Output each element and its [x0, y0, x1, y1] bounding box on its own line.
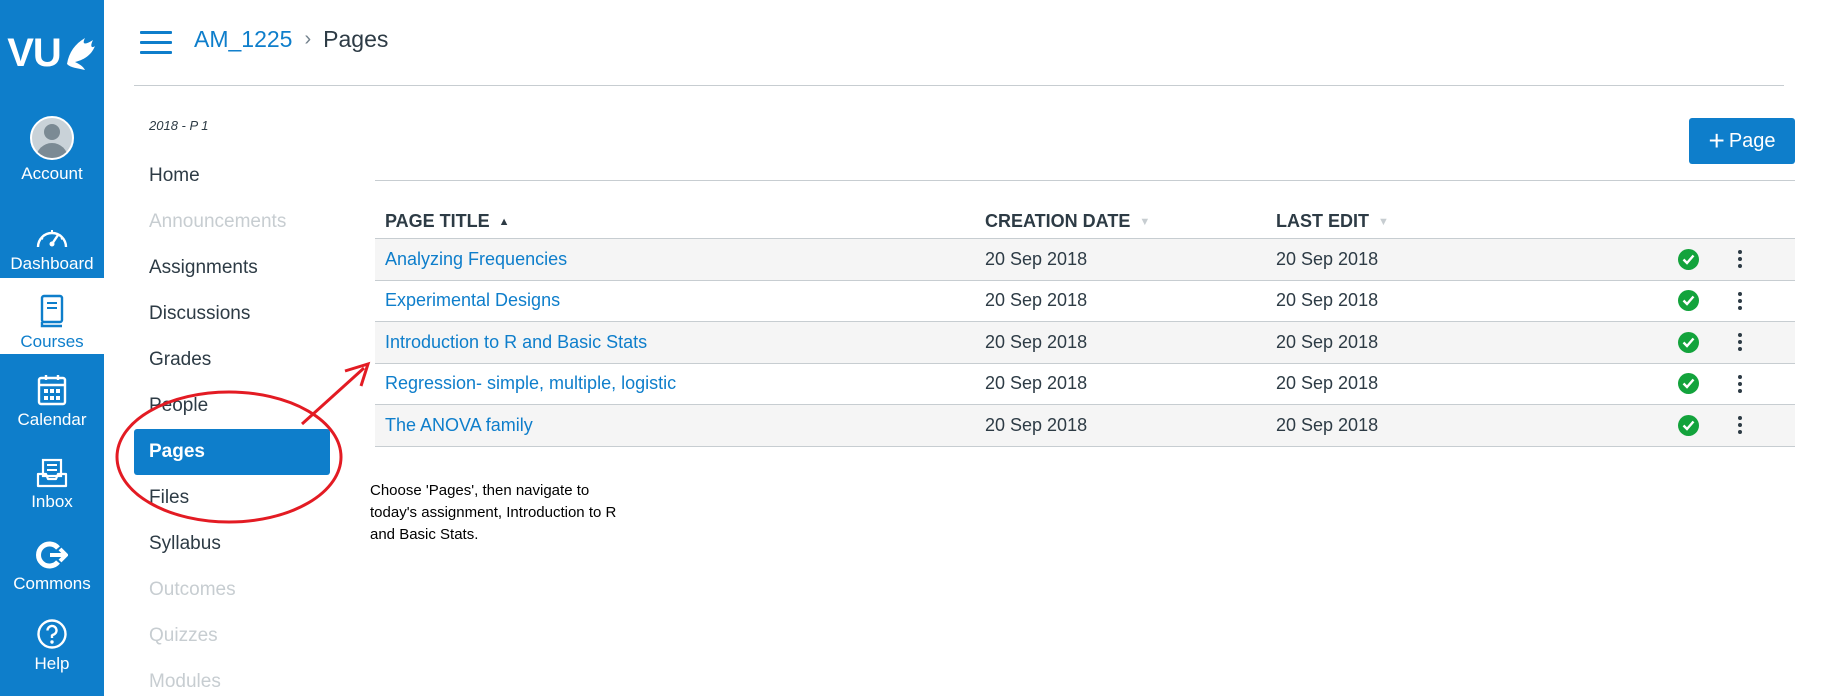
dashboard-icon — [36, 230, 68, 248]
column-header-page-title[interactable]: PAGE TITLE ▲ — [375, 211, 985, 232]
global-nav-label: Dashboard — [10, 254, 94, 273]
course-nav-syllabus[interactable]: Syllabus — [134, 524, 330, 570]
global-nav-label: Commons — [13, 574, 91, 593]
add-page-button[interactable]: + Page — [1689, 118, 1795, 164]
page-title-link[interactable]: Introduction to R and Basic Stats — [385, 332, 647, 352]
divider — [375, 180, 1795, 181]
vu-logo[interactable]: VU — [0, 8, 104, 98]
published-check-icon[interactable] — [1677, 248, 1699, 270]
course-nav-pages[interactable]: Pages — [134, 429, 330, 475]
course-nav-assignments[interactable]: Assignments — [134, 248, 330, 294]
breadcrumb: AM_1225 › Pages — [194, 26, 388, 53]
course-nav: Home Announcements Assignments Discussio… — [134, 156, 330, 696]
column-header-creation-date[interactable]: CREATION DATE ▼ — [985, 211, 1276, 232]
course-nav-quizzes[interactable]: Quizzes — [134, 616, 330, 662]
global-nav-commons[interactable]: Commons — [0, 526, 104, 596]
table-row: Introduction to R and Basic Stats 20 Sep… — [375, 322, 1795, 364]
last-edit-date: 20 Sep 2018 — [1276, 373, 1379, 394]
global-nav-label: Inbox — [31, 492, 73, 511]
global-nav-label: Courses — [20, 332, 84, 351]
more-options-icon[interactable] — [1735, 414, 1745, 436]
global-nav-help[interactable]: Help — [0, 606, 104, 676]
more-options-icon[interactable] — [1735, 248, 1745, 270]
table-body: Analyzing Frequencies 20 Sep 2018 20 Sep… — [375, 239, 1795, 447]
course-nav-outcomes[interactable]: Outcomes — [134, 570, 330, 616]
last-edit-date: 20 Sep 2018 — [1276, 331, 1379, 352]
creation-date: 20 Sep 2018 — [985, 290, 1088, 311]
help-icon — [37, 619, 67, 649]
table-row: Analyzing Frequencies 20 Sep 2018 20 Sep… — [375, 239, 1795, 281]
course-nav-announcements[interactable]: Announcements — [134, 202, 330, 248]
inbox-icon — [36, 458, 68, 488]
table-row: The ANOVA family 20 Sep 2018 20 Sep 2018 — [375, 405, 1795, 447]
global-nav-dashboard[interactable]: Dashboard — [0, 206, 104, 276]
global-nav-courses[interactable]: Courses — [0, 278, 104, 354]
avatar-icon — [30, 116, 74, 160]
last-edit-date: 20 Sep 2018 — [1276, 248, 1379, 269]
breadcrumb-separator: › — [304, 28, 312, 50]
logo-text: VU — [7, 30, 62, 75]
published-check-icon[interactable] — [1677, 331, 1699, 353]
global-nav: VU Account Dashboard Courses Calendar In… — [0, 0, 104, 696]
course-nav-people[interactable]: People — [134, 386, 330, 432]
pages-table: PAGE TITLE ▲ CREATION DATE ▼ LAST EDIT ▼… — [375, 205, 1795, 447]
hamburger-menu-icon[interactable] — [140, 31, 172, 55]
page-header: AM_1225 › Pages — [134, 0, 1784, 86]
published-check-icon[interactable] — [1677, 373, 1699, 395]
sort-ascending-icon: ▲ — [498, 215, 510, 228]
more-options-icon[interactable] — [1735, 290, 1745, 312]
published-check-icon[interactable] — [1677, 290, 1699, 312]
breadcrumb-current: Pages — [323, 26, 389, 52]
creation-date: 20 Sep 2018 — [985, 331, 1088, 352]
global-nav-inbox[interactable]: Inbox — [0, 444, 104, 514]
global-nav-label: Calendar — [17, 410, 87, 429]
table-header: PAGE TITLE ▲ CREATION DATE ▼ LAST EDIT ▼ — [375, 205, 1795, 239]
sort-descending-icon: ▼ — [1139, 215, 1151, 228]
calendar-icon — [37, 375, 67, 406]
more-options-icon[interactable] — [1735, 331, 1745, 353]
column-header-last-edit[interactable]: LAST EDIT ▼ — [1276, 211, 1641, 232]
table-row: Experimental Designs 20 Sep 2018 20 Sep … — [375, 281, 1795, 322]
page-title-link[interactable]: Regression- simple, multiple, logistic — [385, 373, 676, 393]
global-nav-label: Help — [34, 654, 70, 673]
page-title-link[interactable]: The ANOVA family — [385, 415, 533, 435]
global-nav-calendar[interactable]: Calendar — [0, 362, 104, 432]
course-nav-discussions[interactable]: Discussions — [134, 294, 330, 340]
creation-date: 20 Sep 2018 — [985, 373, 1088, 394]
add-page-label: Page — [1728, 129, 1776, 152]
plus-icon: + — [1708, 125, 1725, 156]
course-nav-modules[interactable]: Modules — [134, 662, 330, 696]
courses-icon — [40, 294, 64, 328]
last-edit-date: 20 Sep 2018 — [1276, 290, 1379, 311]
more-options-icon[interactable] — [1735, 373, 1745, 395]
breadcrumb-course-link[interactable]: AM_1225 — [194, 26, 292, 53]
course-term: 2018 - P 1 — [149, 118, 209, 133]
global-nav-account[interactable]: Account — [0, 112, 104, 188]
creation-date: 20 Sep 2018 — [985, 414, 1088, 435]
sort-descending-icon: ▼ — [1378, 215, 1389, 228]
page-title-link[interactable]: Analyzing Frequencies — [385, 249, 567, 269]
global-nav-label: Account — [21, 164, 83, 183]
course-nav-grades[interactable]: Grades — [134, 340, 330, 386]
griffin-icon — [66, 38, 95, 70]
creation-date: 20 Sep 2018 — [985, 248, 1088, 269]
annotation-text: Choose 'Pages', then navigate to today's… — [370, 482, 617, 543]
page-title-link[interactable]: Experimental Designs — [385, 290, 560, 310]
annotation-arrowhead — [344, 361, 371, 387]
table-row: Regression- simple, multiple, logistic 2… — [375, 364, 1795, 405]
course-nav-home[interactable]: Home — [134, 156, 330, 202]
course-nav-files[interactable]: Files — [134, 478, 330, 524]
published-check-icon[interactable] — [1677, 414, 1699, 436]
commons-icon — [36, 541, 68, 569]
last-edit-date: 20 Sep 2018 — [1276, 414, 1379, 435]
